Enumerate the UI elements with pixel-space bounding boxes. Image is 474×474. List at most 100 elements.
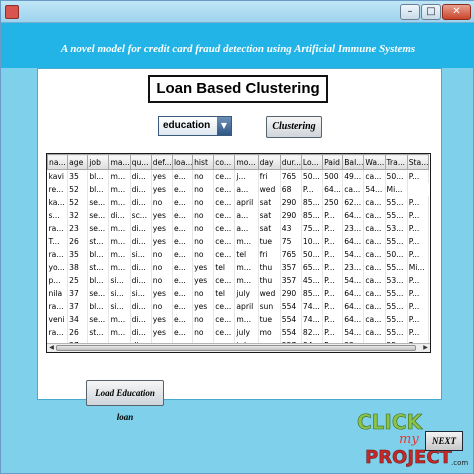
table-cell: no bbox=[192, 182, 215, 196]
table-column-header[interactable]: Wa... bbox=[363, 154, 386, 170]
table-column-header[interactable]: dur... bbox=[279, 154, 302, 170]
table-cell: july bbox=[234, 325, 259, 339]
table-cell: 37 bbox=[67, 299, 89, 313]
load-education-loan-button[interactable]: Load Education loan bbox=[86, 380, 164, 422]
table-cell: 62... bbox=[342, 195, 365, 209]
table-column-header[interactable]: job bbox=[87, 154, 110, 170]
table-column-header[interactable]: ma... bbox=[108, 154, 131, 170]
table-cell: P... bbox=[322, 273, 344, 287]
table-cell: 50... bbox=[385, 169, 408, 183]
table-cell: p... bbox=[47, 273, 69, 287]
table-cell: a... bbox=[234, 182, 259, 196]
table-cell: 85... bbox=[301, 195, 324, 209]
table-cell: m... bbox=[234, 234, 259, 248]
table-row[interactable]: kavi 35 bl... m... di... yes e... no ce... j... fr… bbox=[47, 169, 430, 183]
table-cell: bl... bbox=[87, 182, 110, 196]
table-cell: 54... bbox=[342, 325, 365, 339]
table-column-header[interactable]: qu... bbox=[129, 154, 152, 170]
table-cell: 55... bbox=[385, 312, 408, 326]
table-cell: 55... bbox=[385, 195, 408, 209]
clustering-button[interactable]: Clustering bbox=[266, 116, 322, 138]
table-cell: 50... bbox=[385, 247, 408, 261]
table-column-header[interactable]: co... bbox=[213, 154, 236, 170]
table-cell: 43 bbox=[280, 221, 302, 235]
table-column-header[interactable]: hist bbox=[192, 154, 215, 170]
table-column-header[interactable]: age bbox=[67, 154, 89, 170]
horizontal-scrollbar[interactable]: ◀ ▶ bbox=[47, 343, 430, 352]
table-cell: e... bbox=[172, 325, 194, 339]
table-row[interactable]: T... 26 st... m... di... yes e... no ce... m... tu… bbox=[47, 234, 430, 248]
table-cell: 55... bbox=[385, 299, 408, 313]
table-cell: P... bbox=[407, 221, 430, 235]
table-cell: 554 bbox=[280, 312, 302, 326]
table-cell: di... bbox=[130, 325, 152, 339]
table-column-header[interactable]: day bbox=[257, 154, 281, 170]
table-cell: 23 bbox=[67, 221, 89, 235]
table-cell: yes bbox=[151, 325, 173, 339]
table-cell: P... bbox=[322, 312, 344, 326]
table-cell: e... bbox=[172, 182, 194, 196]
table-column-header[interactable]: Bal... bbox=[342, 154, 365, 170]
svg-text:.com: .com bbox=[451, 459, 468, 467]
table-cell: e... bbox=[172, 312, 194, 326]
table-row[interactable]: p... 25 bl... si... di... no e... yes ce... m... t… bbox=[47, 273, 430, 287]
table-column-header[interactable]: mo... bbox=[234, 154, 259, 170]
table-cell: 53... bbox=[385, 221, 408, 235]
table-row[interactable]: re... 52 bl... m... di... yes e... no ce... a... w… bbox=[47, 182, 429, 196]
close-button[interactable]: ✕ bbox=[442, 4, 471, 20]
table-row[interactable]: s... 32 se... di... sc... yes e... no ce... a... s… bbox=[47, 208, 430, 222]
table-column-header[interactable]: na... bbox=[47, 154, 69, 170]
chevron-down-icon[interactable]: ▼ bbox=[217, 117, 231, 135]
table-cell: ce... bbox=[213, 195, 236, 209]
data-table[interactable]: na... age job ma... qu... def... loa... hist co.… bbox=[46, 153, 431, 353]
table-cell: se... bbox=[87, 195, 110, 209]
table-cell: P... bbox=[407, 234, 430, 248]
table-row[interactable]: ra... 26 st... m... di... yes e... no ce... july m… bbox=[47, 325, 430, 339]
table-cell: e... bbox=[172, 286, 194, 300]
table-cell: 75 bbox=[280, 234, 302, 248]
maximize-button[interactable]: □ bbox=[421, 4, 441, 20]
table-column-header[interactable]: def... bbox=[150, 154, 173, 170]
scroll-right-icon[interactable]: ▶ bbox=[421, 344, 430, 352]
scrollbar-thumb[interactable] bbox=[56, 345, 416, 351]
table-cell: m... bbox=[234, 260, 259, 274]
table-cell: 23... bbox=[342, 221, 365, 235]
filter-select[interactable]: education ▼ bbox=[158, 116, 232, 136]
table-cell: 765 bbox=[280, 247, 302, 261]
table-cell: 74... bbox=[301, 312, 324, 326]
next-button[interactable]: NEXT bbox=[425, 431, 463, 451]
table-cell: yes bbox=[151, 221, 173, 235]
table-row[interactable]: nila 37 se... si... si... yes e... no tel july wed… bbox=[47, 286, 430, 300]
table-cell: 23... bbox=[342, 260, 365, 274]
minimize-button[interactable]: – bbox=[400, 4, 420, 20]
table-column-header[interactable]: Paid bbox=[322, 154, 344, 170]
table-cell: april bbox=[234, 195, 259, 209]
table-column-header[interactable]: loa... bbox=[171, 154, 194, 170]
table-cell: no bbox=[192, 325, 215, 339]
table-cell: ca... bbox=[363, 208, 386, 222]
table-row[interactable]: veni 34 se... m... di... yes e... no ce... m... tu… bbox=[47, 312, 430, 326]
table-cell: bl... bbox=[87, 299, 110, 313]
table-column-header[interactable]: Lo... bbox=[300, 154, 324, 170]
table-column-header[interactable]: Sta... bbox=[406, 154, 430, 170]
table-cell: sat bbox=[258, 195, 281, 209]
table-row[interactable]: ka... 52 se... m... di... no e... no ce... april s… bbox=[47, 195, 430, 209]
table-cell: e... bbox=[172, 247, 194, 261]
scroll-left-icon[interactable]: ◀ bbox=[47, 344, 56, 352]
table-cell: yes bbox=[192, 299, 215, 313]
table-cell: m... bbox=[108, 221, 131, 235]
table-cell: ka... bbox=[47, 195, 69, 209]
table-row[interactable]: ra... 35 bl... m... si... no e... no ce... tel fri… bbox=[47, 247, 430, 261]
table-cell: e... bbox=[172, 273, 194, 287]
table-cell: 290 bbox=[280, 195, 302, 209]
table-cell: e... bbox=[172, 234, 194, 248]
table-row[interactable]: yo... 38 st... m... di... no e... yes tel m... thu… bbox=[47, 260, 430, 274]
table-row[interactable]: ra... 23 se... m... di... yes e... no ce... a... s… bbox=[47, 221, 430, 235]
table-cell: no bbox=[192, 286, 215, 300]
table-cell: T... bbox=[47, 234, 69, 248]
table-column-header[interactable]: Tra... bbox=[384, 154, 408, 170]
table-row[interactable]: ra... 37 bl... si... di... no e... yes ce... apri… bbox=[47, 299, 430, 313]
table-cell: 55... bbox=[385, 325, 408, 339]
table-cell: wed bbox=[258, 286, 281, 300]
table-cell: m... bbox=[108, 169, 131, 183]
